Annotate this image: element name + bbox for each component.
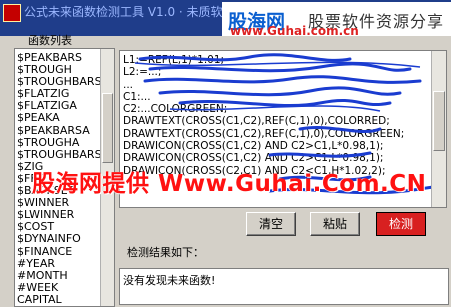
function-list-item[interactable]: #MONTH	[17, 269, 101, 282]
editor-scrollbar[interactable]	[431, 51, 446, 207]
scrollbar-thumb[interactable]	[102, 93, 113, 163]
result-box[interactable]: 没有发现未来函数!	[119, 268, 449, 305]
check-button[interactable]: 检测	[376, 212, 426, 236]
function-list-label: 函数列表	[28, 34, 72, 47]
brand-url: www.Guhai.com.cn	[230, 24, 359, 36]
function-list-item[interactable]: #YEAR	[17, 257, 101, 270]
title-bar: 公式未来函数检测工具 V1.0 · 未质软件工作室 股海网 股票软件资源分享 w…	[0, 0, 451, 36]
watermark-text: 股海网提供 Www.Guhai.Com.CN	[32, 171, 427, 197]
function-list-item[interactable]: $PEAKA	[17, 112, 101, 124]
result-label: 检测结果如下：	[127, 246, 204, 259]
function-list-item[interactable]: $PEAKBARSA	[17, 124, 101, 137]
editor-scrollbar-thumb[interactable]	[433, 91, 445, 151]
paste-button[interactable]: 粘贴	[310, 212, 360, 236]
clear-button[interactable]: 清空	[246, 212, 296, 236]
function-list-item[interactable]: $FINANCE	[17, 245, 101, 258]
function-list-item[interactable]: $TROUGHA	[17, 136, 101, 149]
function-list-item[interactable]: $DYNAINFO	[17, 233, 101, 245]
result-text: 没有发现未来函数!	[123, 274, 216, 287]
app-icon	[3, 4, 21, 22]
function-list-item[interactable]: CAPITAL	[17, 293, 101, 306]
brand-banner: 股海网 股票软件资源分享 www.Guhai.com.cn	[222, 2, 451, 36]
